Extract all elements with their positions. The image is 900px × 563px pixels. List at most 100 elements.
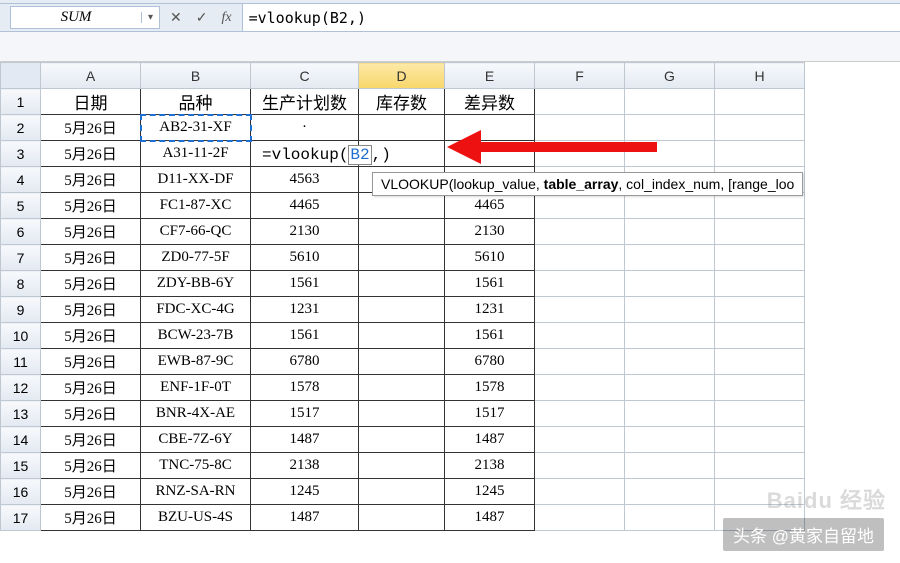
cell-G10[interactable]: [625, 323, 715, 349]
cell-E10[interactable]: 1561: [445, 323, 535, 349]
cell-G2[interactable]: [625, 115, 715, 141]
cell-G13[interactable]: [625, 401, 715, 427]
cell-G17[interactable]: [625, 505, 715, 531]
cell-A5[interactable]: 5月26日: [41, 193, 141, 219]
cell-H11[interactable]: [715, 349, 805, 375]
cell-D12[interactable]: [359, 375, 445, 401]
cell-C6[interactable]: 2130: [251, 219, 359, 245]
row-header-6[interactable]: 6: [1, 219, 41, 245]
tooltip-p2[interactable]: table_array: [544, 176, 619, 192]
cell-A10[interactable]: 5月26日: [41, 323, 141, 349]
cell-D9[interactable]: [359, 297, 445, 323]
cell-B16[interactable]: RNZ-SA-RN: [141, 479, 251, 505]
cell-C16[interactable]: 1245: [251, 479, 359, 505]
cell-A4[interactable]: 5月26日: [41, 167, 141, 193]
cell-C2[interactable]: ·: [251, 115, 359, 141]
cell-B8[interactable]: ZDY-BB-6Y: [141, 271, 251, 297]
cell-D2[interactable]: [359, 115, 445, 141]
cell-A15[interactable]: 5月26日: [41, 453, 141, 479]
col-header-E[interactable]: E: [445, 63, 535, 89]
cell-G16[interactable]: [625, 479, 715, 505]
cell-C14[interactable]: 1487: [251, 427, 359, 453]
cell-E15[interactable]: 2138: [445, 453, 535, 479]
cell-F8[interactable]: [535, 271, 625, 297]
cell-H13[interactable]: [715, 401, 805, 427]
cell-F7[interactable]: [535, 245, 625, 271]
cell-H10[interactable]: [715, 323, 805, 349]
cell-F6[interactable]: [535, 219, 625, 245]
cell-D11[interactable]: [359, 349, 445, 375]
cell-A3[interactable]: 5月26日: [41, 141, 141, 167]
cell-E6[interactable]: 2130: [445, 219, 535, 245]
cell-E14[interactable]: 1487: [445, 427, 535, 453]
cell-C9[interactable]: 1231: [251, 297, 359, 323]
cell-H6[interactable]: [715, 219, 805, 245]
cell-E17[interactable]: 1487: [445, 505, 535, 531]
cell-F13[interactable]: [535, 401, 625, 427]
cell-F2[interactable]: [535, 115, 625, 141]
row-header-2[interactable]: 2: [1, 115, 41, 141]
cell-H2[interactable]: [715, 115, 805, 141]
row-header-7[interactable]: 7: [1, 245, 41, 271]
cell-H7[interactable]: [715, 245, 805, 271]
cell-B12[interactable]: ENF-1F-0T: [141, 375, 251, 401]
cell-C11[interactable]: 6780: [251, 349, 359, 375]
cell-B7[interactable]: ZD0-77-5F: [141, 245, 251, 271]
col-header-C[interactable]: C: [251, 63, 359, 89]
cell-C7[interactable]: 5610: [251, 245, 359, 271]
cell-C12[interactable]: 1578: [251, 375, 359, 401]
cell-D10[interactable]: [359, 323, 445, 349]
cell-F11[interactable]: [535, 349, 625, 375]
cell-C8[interactable]: 1561: [251, 271, 359, 297]
row-header-16[interactable]: 16: [1, 479, 41, 505]
cell-B6[interactable]: CF7-66-QC: [141, 219, 251, 245]
cell-B1[interactable]: 品种: [141, 89, 251, 115]
cell-B11[interactable]: EWB-87-9C: [141, 349, 251, 375]
cell-D7[interactable]: [359, 245, 445, 271]
col-header-F[interactable]: F: [535, 63, 625, 89]
cell-G14[interactable]: [625, 427, 715, 453]
function-tooltip[interactable]: VLOOKUP(lookup_value, table_array, col_i…: [372, 172, 803, 196]
cell-G15[interactable]: [625, 453, 715, 479]
cell-A12[interactable]: 5月26日: [41, 375, 141, 401]
cell-H5[interactable]: [715, 193, 805, 219]
cell-D1[interactable]: 库存数: [359, 89, 445, 115]
cell-G12[interactable]: [625, 375, 715, 401]
row-header-8[interactable]: 8: [1, 271, 41, 297]
confirm-icon[interactable]: ✓: [196, 9, 208, 26]
cell-F16[interactable]: [535, 479, 625, 505]
cell-G8[interactable]: [625, 271, 715, 297]
col-header-H[interactable]: H: [715, 63, 805, 89]
cell-C4[interactable]: 4563: [251, 167, 359, 193]
cell-D14[interactable]: [359, 427, 445, 453]
cell-H8[interactable]: [715, 271, 805, 297]
cell-B4[interactable]: D11-XX-DF: [141, 167, 251, 193]
cell-B10[interactable]: BCW-23-7B: [141, 323, 251, 349]
cell-E16[interactable]: 1245: [445, 479, 535, 505]
cell-B13[interactable]: BNR-4X-AE: [141, 401, 251, 427]
cell-F17[interactable]: [535, 505, 625, 531]
row-header-4[interactable]: 4: [1, 167, 41, 193]
cell-F9[interactable]: [535, 297, 625, 323]
cell-B2[interactable]: AB2-31-XF: [141, 115, 251, 141]
fx-icon[interactable]: fx: [221, 10, 231, 26]
cell-A1[interactable]: 日期: [41, 89, 141, 115]
cell-C1[interactable]: 生产计划数: [251, 89, 359, 115]
cell-H15[interactable]: [715, 453, 805, 479]
cell-A14[interactable]: 5月26日: [41, 427, 141, 453]
cancel-icon[interactable]: ✕: [170, 9, 182, 26]
col-header-D[interactable]: D: [359, 63, 445, 89]
cell-F10[interactable]: [535, 323, 625, 349]
cell-H1[interactable]: [715, 89, 805, 115]
select-all-corner[interactable]: [1, 63, 41, 89]
cell-B14[interactable]: CBE-7Z-6Y: [141, 427, 251, 453]
tooltip-p3[interactable]: col_index_num: [626, 176, 720, 192]
cell-E7[interactable]: 5610: [445, 245, 535, 271]
cell-G11[interactable]: [625, 349, 715, 375]
cell-B17[interactable]: BZU-US-4S: [141, 505, 251, 531]
cell-H3[interactable]: [715, 141, 805, 167]
cell-D8[interactable]: [359, 271, 445, 297]
cell-D15[interactable]: [359, 453, 445, 479]
row-header-11[interactable]: 11: [1, 349, 41, 375]
cell-B5[interactable]: FC1-87-XC: [141, 193, 251, 219]
